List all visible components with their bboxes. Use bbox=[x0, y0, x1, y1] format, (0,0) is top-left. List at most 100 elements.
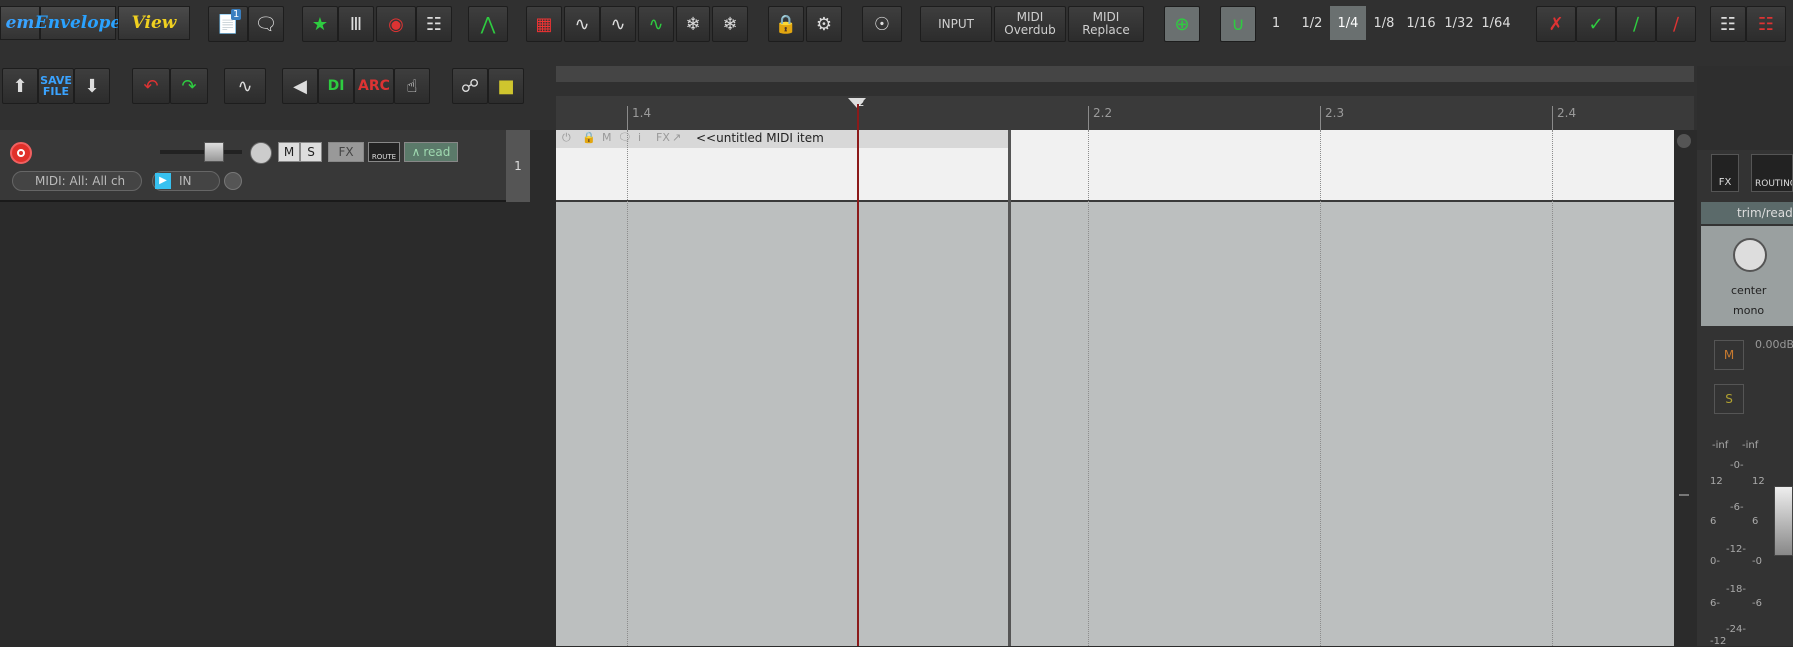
grid-division-button[interactable]: 1/32 bbox=[1440, 6, 1478, 40]
mixer-mute-button[interactable]: M bbox=[1714, 340, 1744, 370]
record-mode-input[interactable]: INPUT bbox=[920, 6, 992, 42]
input-monitor-select[interactable]: ▶ IN bbox=[152, 171, 220, 191]
item-color-button[interactable]: ■ bbox=[488, 68, 524, 104]
ripple-add-button[interactable]: ∕ bbox=[1616, 6, 1656, 42]
meter-scale-label: -12 bbox=[1710, 636, 1727, 647]
mixer-fx-button[interactable]: FX bbox=[1711, 154, 1739, 192]
meter-scale-label: 6- bbox=[1710, 598, 1720, 609]
mixer-button[interactable]: ☷ bbox=[416, 6, 452, 42]
lock-settings-button[interactable]: ⚙ bbox=[806, 6, 842, 42]
faders-icon: ☷ bbox=[1719, 13, 1737, 35]
scroll-thumb[interactable] bbox=[1679, 494, 1689, 496]
routing-button[interactable]: ☍ bbox=[452, 68, 488, 104]
track-solo-button[interactable]: S bbox=[300, 142, 322, 162]
item-power-icon[interactable]: ⏻ bbox=[562, 131, 571, 145]
midi-input-select[interactable]: MIDI: All: All ch bbox=[12, 171, 142, 191]
record-arm-button[interactable] bbox=[10, 142, 32, 164]
menu-envelope[interactable]: Envelope bbox=[35, 6, 121, 40]
undo-button[interactable]: ↶ bbox=[132, 68, 170, 104]
back-button[interactable]: ◀ bbox=[282, 68, 318, 104]
mixer-mono-label[interactable]: mono bbox=[1733, 304, 1764, 317]
auto-punch-button[interactable]: ☉ bbox=[862, 6, 902, 42]
item-edge[interactable] bbox=[1008, 130, 1011, 646]
mixer-solo-button[interactable]: S bbox=[1714, 384, 1744, 414]
record-mode-midi-overdub[interactable]: MIDI Overdub bbox=[994, 6, 1066, 42]
playhead-cursor[interactable] bbox=[857, 104, 859, 646]
menu-view[interactable]: View bbox=[118, 6, 190, 40]
record-arm-button[interactable]: ◉ bbox=[376, 6, 416, 42]
snap-toggle-button[interactable]: ∪ bbox=[1220, 6, 1256, 42]
envelope-1-button[interactable]: ∿ bbox=[564, 6, 600, 42]
snap-settings-button[interactable]: ⊕ bbox=[1164, 6, 1200, 42]
mixer-volume-fader[interactable] bbox=[1774, 486, 1793, 556]
item-mute-label[interactable]: M bbox=[602, 131, 612, 144]
item-glue-button[interactable]: DI bbox=[318, 68, 354, 104]
mixer-strip bbox=[1697, 150, 1793, 646]
mixer-routing-label: ROUTING bbox=[1755, 179, 1793, 189]
record-icon bbox=[17, 149, 25, 157]
grid-division-button[interactable]: 1/16 bbox=[1402, 6, 1440, 40]
track-mute-button[interactable]: M bbox=[278, 142, 300, 162]
lock-button[interactable]: 🔒 bbox=[768, 6, 804, 42]
download-icon: ⬇ bbox=[84, 75, 100, 97]
ripple-off-button[interactable]: ✗ bbox=[1536, 6, 1576, 42]
new-project-button[interactable]: 📄 1 bbox=[208, 6, 248, 42]
redo-button[interactable]: ↷ bbox=[170, 68, 208, 104]
freeze-button[interactable]: ❄ bbox=[676, 6, 710, 42]
mixer-routing-button[interactable]: ROUTING bbox=[1751, 154, 1793, 192]
item-notes-icon[interactable]: 🗨 bbox=[618, 131, 632, 144]
meter-scale-label: 6 bbox=[1752, 516, 1759, 527]
volume-fader-handle[interactable] bbox=[204, 142, 224, 162]
track-phase-button[interactable] bbox=[224, 172, 242, 190]
waveform-button[interactable]: ∿ bbox=[224, 68, 266, 104]
envelope-copy-icon: ∿ bbox=[610, 13, 626, 35]
mixer-automation-button[interactable]: trim/read bbox=[1701, 202, 1793, 224]
track-fx-red-button[interactable]: ☷ bbox=[1746, 6, 1786, 42]
meter-scale-label: 0- bbox=[1710, 556, 1720, 567]
metronome-button[interactable]: ⋀ bbox=[468, 6, 508, 42]
ruler-label: 2.2 bbox=[1093, 106, 1113, 120]
track-route-button[interactable]: ROUTE bbox=[368, 142, 400, 162]
pan-knob[interactable] bbox=[250, 142, 272, 164]
timeline-ruler[interactable]: 1.4 2.2 2.3 2.4 2 bbox=[556, 96, 1694, 130]
mixer-pan-knob[interactable] bbox=[1733, 238, 1767, 272]
track-fx-button[interactable]: FX bbox=[328, 142, 364, 162]
item-envelope-icon[interactable]: ↗ bbox=[672, 131, 681, 144]
ripple-remove-button[interactable]: ∕ bbox=[1656, 6, 1696, 42]
track-number: 1 bbox=[506, 130, 530, 202]
arrange-view[interactable] bbox=[556, 130, 1674, 646]
envelope-points-button[interactable]: ∿ bbox=[638, 6, 674, 42]
scroll-up-icon[interactable] bbox=[1677, 134, 1691, 148]
grid-division-button[interactable]: 1/8 bbox=[1366, 6, 1402, 40]
undo-badge: 1 bbox=[231, 9, 242, 20]
grid-division-button[interactable]: 1/64 bbox=[1478, 6, 1514, 40]
record-mode-midi-replace[interactable]: MIDI Replace bbox=[1068, 6, 1144, 42]
midi-item-header[interactable]: ⏻ 🔒 M 🗨 i FX ↗ <<untitled MIDI item bbox=[556, 130, 1009, 148]
favorite-button[interactable]: ★ bbox=[302, 6, 338, 42]
arc-button[interactable]: ARC bbox=[354, 68, 394, 104]
item-properties-button[interactable]: ▦ bbox=[526, 6, 562, 42]
vertical-scrollbar[interactable] bbox=[1674, 130, 1694, 646]
ripple-per-track-button[interactable]: ✓ bbox=[1576, 6, 1616, 42]
grid-division-button[interactable]: 1 bbox=[1258, 6, 1294, 40]
item-lock-icon[interactable]: 🔒 bbox=[582, 131, 596, 144]
pointer-tool-button[interactable]: ☝ bbox=[394, 68, 430, 104]
ruler-tick bbox=[627, 106, 628, 130]
item-fx-label[interactable]: FX bbox=[656, 131, 670, 144]
item-info-label[interactable]: i bbox=[638, 131, 641, 144]
snowflake-icon: ❄ bbox=[685, 13, 701, 35]
meter-scale-label: 12 bbox=[1752, 476, 1765, 487]
track-fx-button[interactable]: ☷ bbox=[1710, 6, 1746, 42]
grid-division-button[interactable]: 1/2 bbox=[1294, 6, 1330, 40]
grid-line bbox=[1088, 130, 1089, 646]
ruler-region-lane[interactable] bbox=[556, 66, 1694, 82]
open-project-button[interactable]: ⬆ bbox=[2, 68, 38, 104]
download-button[interactable]: ⬇ bbox=[74, 68, 110, 104]
unfreeze-button[interactable]: ❄ bbox=[712, 6, 748, 42]
envelope-2-button[interactable]: ∿ bbox=[600, 6, 636, 42]
marker-comment-button[interactable]: 🗨 bbox=[248, 6, 284, 42]
grid-division-button[interactable]: 1/4 bbox=[1330, 6, 1366, 40]
automation-mode-button[interactable]: ∧ read bbox=[404, 142, 458, 162]
text-cursor-button[interactable]: Ⅲ bbox=[338, 6, 374, 42]
save-file-button[interactable]: SAVE FILE bbox=[38, 68, 74, 104]
